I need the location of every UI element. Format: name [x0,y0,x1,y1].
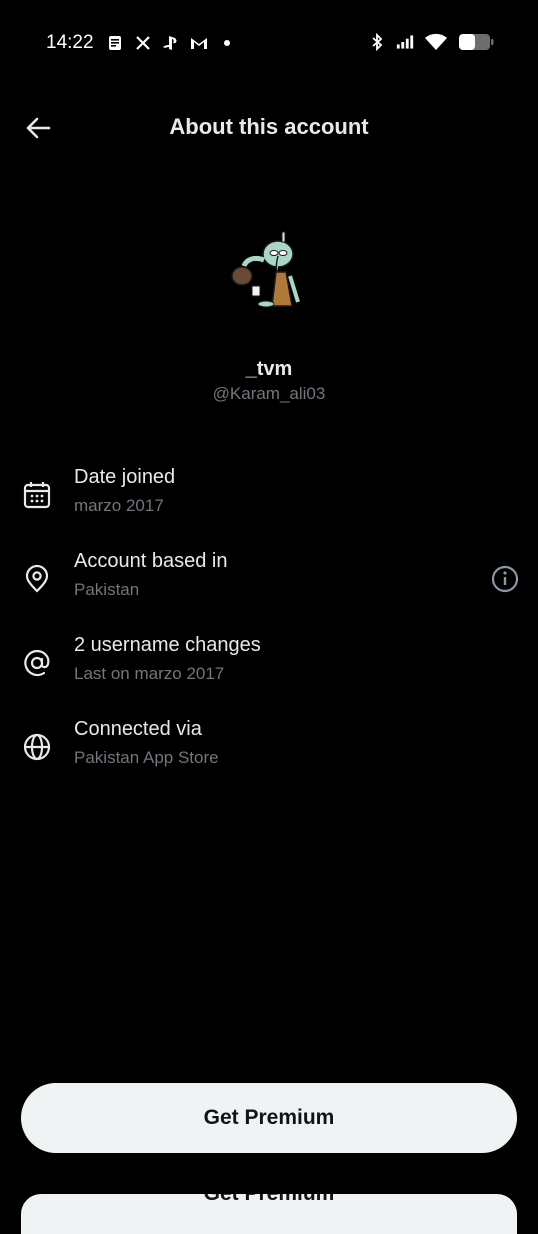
bluetooth-icon [368,33,386,51]
battery-icon [458,33,494,51]
row-title: Date joined [74,466,176,488]
status-bar: 14:22 [0,0,538,88]
row-title: 2 username changes [74,634,261,656]
dot-icon [218,34,236,52]
date-joined-row: Date joined marzo 2017 [0,466,538,538]
signal-icon [396,33,414,51]
page-title: About this account [169,114,369,139]
status-time: 14:22 [46,32,94,53]
get-premium-button[interactable]: Get Premium [21,1083,517,1153]
row-subtitle: marzo 2017 [74,496,164,515]
row-subtitle: Pakistan App Store [74,748,219,767]
row-subtitle: Last on marzo 2017 [74,664,225,683]
row-title: Connected via [74,718,202,740]
document-icon [106,34,124,52]
top-bar: About this account [0,100,538,156]
at-sign-icon [22,648,52,678]
get-premium-button-shadow: Get Premium [21,1194,517,1234]
playstation-icon [162,34,180,52]
row-subtitle: Pakistan [74,580,140,599]
avatar [226,226,312,312]
globe-icon [22,732,52,762]
display-name: _tvm [245,358,293,380]
row-title: Account based in [74,550,228,572]
notification-icons [106,34,236,52]
location-pin-icon [22,564,52,594]
username-changes-row: 2 username changes Last on marzo 2017 [0,634,538,706]
system-icons [368,33,494,51]
calendar-icon [22,480,52,510]
connected-via-row: Connected via Pakistan App Store [0,718,538,790]
x-logo-icon [134,34,152,52]
wifi-icon [424,33,448,51]
account-based-in-row: Account based in Pakistan [0,550,538,622]
gmail-icon [190,34,208,52]
info-icon[interactable] [490,564,520,594]
get-premium-shadow-label: Get Premium [21,1194,517,1206]
username-handle: @Karam_ali03 [212,384,326,403]
